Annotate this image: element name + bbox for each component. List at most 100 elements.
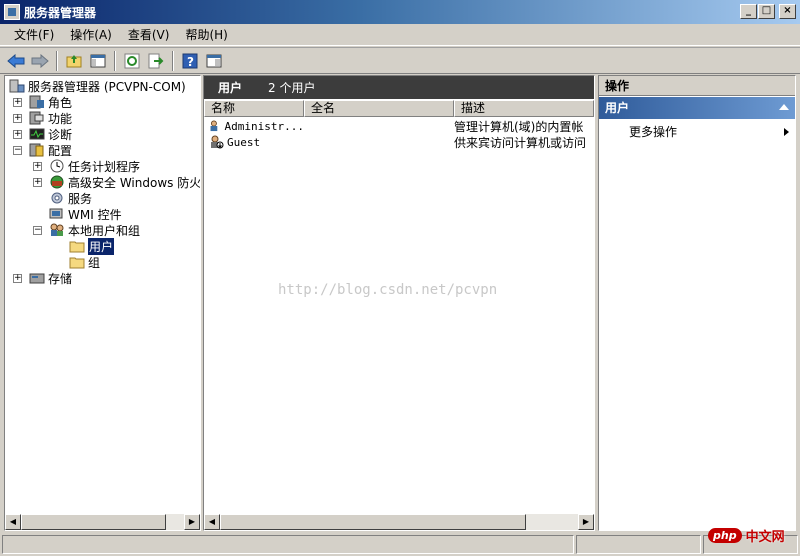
- collapse-up-icon[interactable]: [779, 104, 789, 110]
- tree-expander[interactable]: +: [13, 274, 22, 283]
- show-hide-action-pane-button[interactable]: [204, 51, 224, 71]
- show-hide-console-tree-button[interactable]: [88, 51, 108, 71]
- tree-expander[interactable]: +: [33, 178, 42, 187]
- tree-label: 本地用户和组: [68, 223, 141, 238]
- results-header: 用户 2 个用户: [204, 76, 594, 99]
- console-tree-pane: 服务器管理器 (PCVPN-COM) + 角色 + 功能 + 诊断 − 配置 +: [4, 75, 201, 531]
- toolbar-separator: [172, 50, 174, 71]
- tree-item-local-users-groups[interactable]: 本地用户和组: [49, 222, 140, 238]
- table-row[interactable]: Administr... 管理计算机(域)的内置帐: [204, 118, 594, 134]
- tree-item-users[interactable]: 用户: [69, 237, 115, 255]
- action-pane-icon: [206, 54, 222, 67]
- results-title: 用户: [218, 81, 243, 95]
- tree-item-roles[interactable]: 角色: [29, 94, 72, 110]
- user-list: Administr... 管理计算机(域)的内置帐 Guest 供来宾访问计算机…: [204, 118, 594, 150]
- storage-icon: [29, 273, 45, 284]
- tree-item-firewall[interactable]: 高级安全 Windows 防火墙: [49, 174, 200, 190]
- minimize-button[interactable]: _: [740, 4, 757, 19]
- scrollbar-track[interactable]: [21, 514, 184, 530]
- toolbar-separator: [114, 50, 116, 71]
- more-actions-label: 更多操作: [629, 125, 678, 139]
- action-pane-title: 操作: [599, 76, 795, 96]
- menu-file[interactable]: 文件(F): [6, 24, 62, 45]
- tree-label: 服务: [68, 191, 93, 206]
- up-folder-button[interactable]: [64, 51, 84, 71]
- users-group-icon: [50, 223, 64, 236]
- tree-item-configuration[interactable]: 配置: [29, 142, 72, 158]
- help-icon: ?: [182, 53, 198, 69]
- action-section-users[interactable]: 用户: [599, 97, 795, 119]
- tree-label: 高级安全 Windows 防火墙: [68, 175, 200, 190]
- tree-item-diagnostics[interactable]: 诊断: [29, 126, 72, 142]
- firewall-icon: [50, 175, 64, 189]
- column-header-name[interactable]: 名称: [204, 100, 304, 117]
- tree-label: 组: [88, 255, 101, 270]
- menu-bar: 文件(F) 操作(A) 查看(V) 帮助(H): [0, 24, 800, 46]
- features-icon: [29, 111, 44, 125]
- svg-text:?: ?: [187, 55, 194, 69]
- tree-horizontal-scrollbar[interactable]: ◀ ▶: [5, 514, 200, 530]
- results-pane: 用户 2 个用户 名称 全名 描述 Administr... 管理计算机(域)的…: [203, 75, 595, 531]
- tree-item-features[interactable]: 功能: [29, 110, 72, 126]
- help-button[interactable]: ?: [180, 51, 200, 71]
- column-header-description[interactable]: 描述: [454, 100, 594, 117]
- action-section-label: 用户: [605, 101, 630, 115]
- tree-label: 存储: [48, 271, 73, 286]
- back-button[interactable]: [6, 51, 26, 71]
- console-tree-icon: [90, 54, 106, 67]
- export-icon: [148, 53, 164, 68]
- disabled-user-icon: [211, 135, 224, 149]
- php-logo-badge: php: [708, 528, 742, 543]
- more-actions-item[interactable]: 更多操作: [629, 124, 789, 140]
- scrollbar-track[interactable]: [220, 514, 578, 530]
- tree-item-storage[interactable]: 存储: [29, 270, 72, 286]
- tree-expander[interactable]: +: [33, 162, 42, 171]
- scroll-left-button[interactable]: ◀: [204, 514, 220, 530]
- tree-label: 角色: [48, 95, 73, 110]
- tree-label: 配置: [48, 143, 73, 158]
- export-list-button[interactable]: [146, 51, 166, 71]
- scrollbar-thumb[interactable]: [220, 514, 526, 530]
- tree-item-groups[interactable]: 组: [69, 254, 100, 270]
- user-description: 供来宾访问计算机或访问: [454, 135, 587, 150]
- tree-root[interactable]: 服务器管理器 (PCVPN-COM): [9, 78, 186, 94]
- results-horizontal-scrollbar[interactable]: ◀ ▶: [204, 514, 594, 530]
- menu-action[interactable]: 操作(A): [62, 24, 120, 45]
- scroll-left-button[interactable]: ◀: [5, 514, 21, 530]
- forward-button[interactable]: [30, 51, 50, 71]
- tree-expander[interactable]: +: [13, 130, 22, 139]
- title-bar: 服务器管理器 _ □ ×: [0, 0, 800, 24]
- toolbar: ?: [0, 47, 800, 74]
- user-name: Administr...: [224, 119, 304, 133]
- scrollbar-thumb[interactable]: [21, 514, 166, 530]
- column-headers: 名称 全名 描述: [204, 100, 594, 117]
- diagnostics-icon: [29, 128, 45, 140]
- maximize-button[interactable]: □: [758, 4, 775, 19]
- tree-item-wmi-control[interactable]: WMI 控件: [49, 206, 122, 222]
- close-button[interactable]: ×: [779, 4, 796, 19]
- user-name: Guest: [227, 135, 261, 149]
- refresh-button[interactable]: [122, 51, 142, 71]
- tree-expander[interactable]: −: [33, 226, 42, 235]
- menu-view[interactable]: 查看(V): [120, 24, 178, 45]
- refresh-icon: [124, 53, 140, 68]
- scroll-right-button[interactable]: ▶: [578, 514, 594, 530]
- tree-label: WMI 控件: [68, 207, 122, 222]
- tree-expander[interactable]: −: [13, 146, 22, 155]
- tree-item-services[interactable]: 服务: [49, 190, 92, 206]
- menu-help[interactable]: 帮助(H): [177, 24, 235, 45]
- folder-icon: [69, 257, 85, 269]
- tree-label: 功能: [48, 111, 73, 126]
- configuration-icon: [29, 143, 44, 157]
- scroll-right-button[interactable]: ▶: [184, 514, 200, 530]
- tree-item-task-scheduler[interactable]: 任务计划程序: [49, 158, 140, 174]
- user-description: 管理计算机(域)的内置帐: [454, 119, 584, 134]
- tree-label: 诊断: [48, 127, 73, 142]
- tree-expander[interactable]: +: [13, 114, 22, 123]
- gear-icon: [51, 192, 63, 204]
- tree-expander[interactable]: +: [13, 98, 22, 107]
- folder-icon: [69, 241, 85, 253]
- column-header-fullname[interactable]: 全名: [304, 100, 454, 117]
- table-row[interactable]: Guest 供来宾访问计算机或访问: [204, 134, 594, 150]
- toolbar-separator: [56, 50, 58, 71]
